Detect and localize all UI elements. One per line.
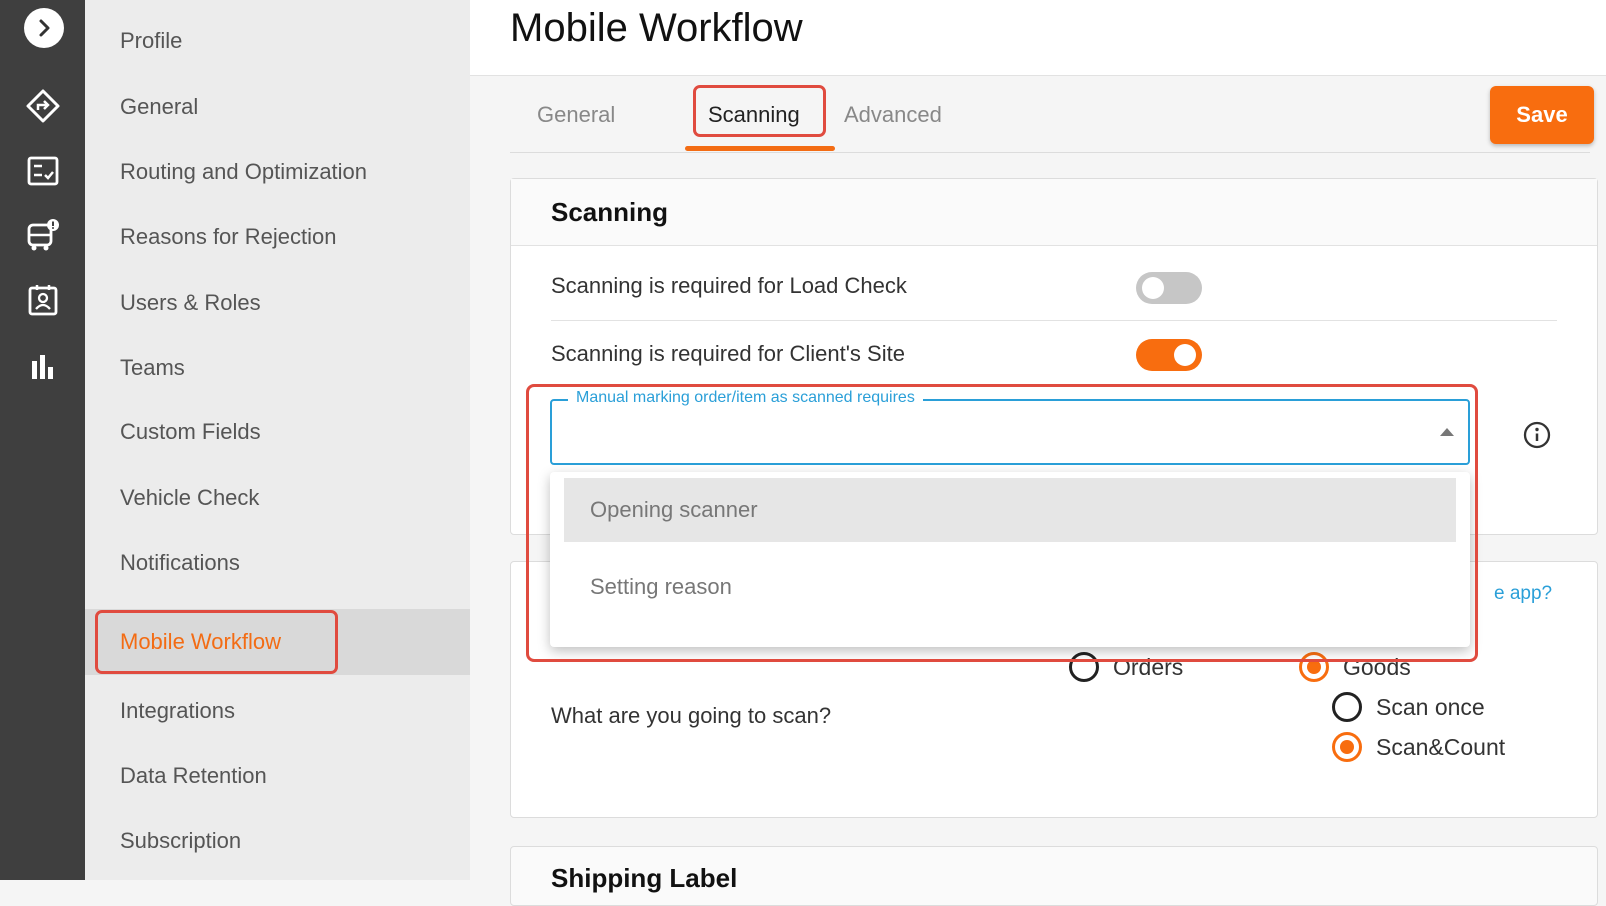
settings-sidebar: Profile General Routing and Optimization… — [85, 0, 470, 880]
main-content: Mobile Workflow General Scanning Advance… — [470, 0, 1606, 906]
radio-goods-label: Goods — [1343, 653, 1411, 680]
radio-scan-once-label: Scan once — [1376, 693, 1485, 720]
scanning-card-title: Scanning — [551, 197, 669, 227]
toggle-knob — [1142, 277, 1164, 299]
sidebar-item-data-retention[interactable]: Data Retention — [85, 743, 470, 809]
tab-bar: General Scanning Advanced — [510, 80, 1590, 153]
sidebar-item-custom-fields[interactable]: Custom Fields — [85, 399, 470, 465]
scanning-card-header: Scanning — [511, 179, 1597, 246]
sidebar-item-general[interactable]: General — [85, 74, 470, 140]
radio-scan-count-label: Scan&Count — [1376, 733, 1506, 760]
manual-marking-select-label: Manual marking order/item as scanned req… — [568, 389, 923, 407]
radio-circle — [1299, 652, 1329, 682]
chevron-right-icon[interactable] — [24, 8, 64, 48]
checklist-icon[interactable] — [22, 150, 64, 192]
toggle-knob — [1174, 344, 1196, 366]
divider — [551, 320, 1557, 321]
save-button[interactable]: Save — [1490, 86, 1594, 144]
sidebar-item-mobile-workflow[interactable]: Mobile Workflow — [85, 609, 470, 675]
vehicle-alert-icon[interactable] — [22, 214, 64, 256]
radio-circle — [1069, 652, 1099, 682]
radio-orders-label: Orders — [1113, 653, 1184, 680]
radio-scan-once[interactable]: Scan once — [1332, 692, 1485, 722]
option-setting-reason[interactable]: Setting reason — [564, 555, 1456, 619]
client-site-toggle[interactable] — [1136, 339, 1202, 371]
manual-marking-dropdown: Opening scanner Setting reason — [550, 472, 1470, 647]
scan-question-label: What are you going to scan? — [551, 703, 832, 728]
load-check-label: Scanning is required for Load Check — [551, 273, 907, 298]
radio-circle — [1332, 732, 1362, 762]
sidebar-item-notifications[interactable]: Notifications — [85, 530, 470, 596]
option-opening-scanner[interactable]: Opening scanner — [564, 478, 1456, 542]
radio-circle — [1332, 692, 1362, 722]
sidebar-item-reasons-for-rejection[interactable]: Reasons for Rejection — [85, 204, 470, 270]
contact-card-icon[interactable] — [22, 279, 64, 321]
route-icon[interactable] — [22, 85, 64, 127]
shipping-label-card: Shipping Label — [510, 846, 1598, 906]
sidebar-item-integrations[interactable]: Integrations — [85, 678, 470, 744]
client-site-label: Scanning is required for Client's Site — [551, 341, 905, 366]
bar-chart-icon[interactable] — [22, 345, 64, 387]
sidebar-item-vehicle-check[interactable]: Vehicle Check — [85, 465, 470, 531]
sidebar-item-subscription[interactable]: Subscription — [85, 808, 470, 874]
sidebar-item-users-roles[interactable]: Users & Roles — [85, 270, 470, 336]
sidebar-item-teams[interactable]: Teams — [85, 335, 470, 401]
tab-general[interactable]: General — [537, 102, 615, 128]
radio-scan-count[interactable]: Scan&Count — [1332, 732, 1505, 762]
info-icon[interactable] — [1522, 420, 1552, 450]
active-tab-indicator — [685, 146, 835, 151]
shipping-label-title: Shipping Label — [551, 863, 738, 893]
radio-orders[interactable]: Orders — [1069, 652, 1183, 682]
tab-scanning[interactable]: Scanning — [708, 102, 800, 128]
manual-marking-select[interactable]: Manual marking order/item as scanned req… — [550, 389, 1470, 465]
help-link[interactable]: e app? — [1494, 583, 1552, 605]
radio-goods[interactable]: Goods — [1299, 652, 1411, 682]
page-title: Mobile Workflow — [510, 6, 803, 50]
page-header: Mobile Workflow — [470, 0, 1606, 76]
caret-up-icon — [1440, 428, 1454, 436]
sidebar-item-routing[interactable]: Routing and Optimization — [85, 139, 470, 205]
icon-rail — [0, 0, 85, 880]
tab-advanced[interactable]: Advanced — [844, 102, 942, 128]
sidebar-item-profile[interactable]: Profile — [85, 8, 470, 74]
load-check-toggle[interactable] — [1136, 272, 1202, 304]
